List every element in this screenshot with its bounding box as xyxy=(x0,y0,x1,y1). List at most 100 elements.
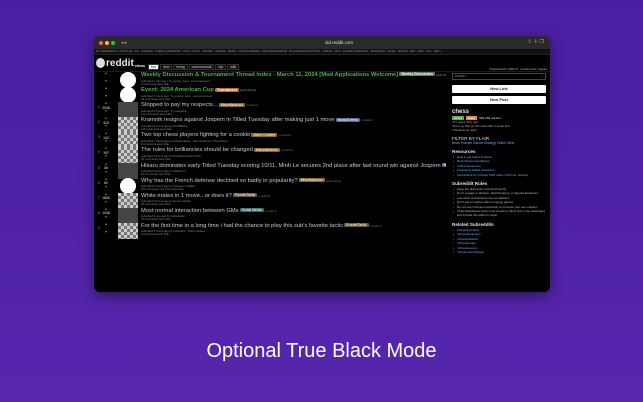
post-domain[interactable]: (self.chess) xyxy=(326,179,341,183)
post-actions[interactable]: 33 comments save hide xyxy=(141,157,171,161)
downvote-icon[interactable]: ▼ xyxy=(103,155,109,159)
post-title-text[interactable]: Hikaru dominates early Titled Tuesday sc… xyxy=(141,163,441,169)
resource-link[interactable]: Instructions for /r/chess PGN editor (Ch… xyxy=(452,173,546,178)
post-actions[interactable]: 11 comments save hide xyxy=(141,172,170,176)
post-actions[interactable]: 40 comments save hide xyxy=(141,202,171,206)
post-thumbnail[interactable] xyxy=(118,222,138,239)
post-title-text[interactable]: Stopped to pay my respects... xyxy=(141,102,218,108)
post-flair[interactable]: Miscellaneous xyxy=(253,147,281,152)
post-thumbnail[interactable] xyxy=(118,162,138,179)
upvote-icon[interactable]: ▲ xyxy=(103,222,109,227)
post-thumbnail[interactable] xyxy=(118,207,138,224)
post-title-text[interactable]: For the first time in a long time i had … xyxy=(141,223,343,229)
post-actions[interactable]: 8 comments save hide xyxy=(141,142,169,146)
rule-item[interactable]: Twitter/Facebook posts must contain a di… xyxy=(452,209,546,218)
tab-new[interactable]: new xyxy=(159,64,173,70)
upvote-icon[interactable]: ▲ xyxy=(103,87,109,91)
upvote-icon[interactable]: ▲ xyxy=(103,71,109,76)
post-actions[interactable]: 116 comments save hide xyxy=(141,127,172,131)
post-flair[interactable]: Social Media xyxy=(239,208,264,213)
search-icon[interactable]: ⌕ xyxy=(541,74,543,79)
post-flair[interactable]: Puzzle/Tactic xyxy=(232,193,258,198)
downvote-icon[interactable]: ▼ xyxy=(103,230,109,235)
maximize-icon[interactable] xyxy=(111,40,115,45)
post-domain[interactable]: (v.redd.it) xyxy=(278,133,290,137)
post-domain[interactable]: (self.chess) xyxy=(436,73,446,77)
downvote-icon[interactable]: ▼ xyxy=(103,110,109,114)
post-flair[interactable]: Miscellaneous xyxy=(298,178,325,183)
tab-rising[interactable]: rising xyxy=(173,64,188,70)
flair-filter-links[interactable]: News Puzzles Games Strategy Twitch Other xyxy=(452,141,546,145)
post-flair[interactable]: News/Events xyxy=(441,163,446,168)
post-thumbnail[interactable] xyxy=(118,132,138,149)
post-title-text[interactable]: Two top chess players fighting for a coo… xyxy=(141,132,250,138)
post-flair[interactable]: Weekly Discussion xyxy=(399,72,435,77)
related-subreddit-link[interactable]: /r/TournamentChess xyxy=(452,250,546,255)
post-title[interactable]: Weekly Discussion & Tournament Thread In… xyxy=(141,72,446,78)
downvote-icon[interactable]: ▼ xyxy=(103,215,109,220)
new-post-button[interactable]: New Post xyxy=(452,96,546,104)
post-title-text[interactable]: Most normal interaction between GMs xyxy=(141,208,239,214)
post-title-text[interactable]: Why has the French defense declined so b… xyxy=(141,178,298,184)
post-domain[interactable]: (i.redd.it) xyxy=(281,148,293,152)
post-thumbnail[interactable] xyxy=(118,117,138,134)
post-title[interactable]: Kramnik resigns against Jospem in Titled… xyxy=(141,117,446,123)
post-title[interactable]: Hikaru dominates early Titled Tuesday sc… xyxy=(141,163,446,169)
post-title[interactable]: The rules for brilliancies should be cha… xyxy=(141,147,446,153)
post-thumbnail[interactable] xyxy=(120,87,136,104)
post-title[interactable]: Why has the French defense declined so b… xyxy=(141,178,446,184)
reddit-logo[interactable]: reddit xyxy=(96,58,134,69)
subreddit-name[interactable]: chess xyxy=(133,64,147,70)
post-title-text[interactable]: Kramnik resigns against Jospem in Titled… xyxy=(141,117,335,123)
post-title-text[interactable]: Event: 2024 American Cup xyxy=(141,87,214,93)
post-actions[interactable]: 47 comments save hide xyxy=(141,217,171,221)
post-title-text[interactable]: Weekly Discussion & Tournament Thread In… xyxy=(141,72,398,78)
user-bar[interactable]: ThanksGurle (189) ✉ · preferences | logo… xyxy=(490,67,548,71)
post-domain[interactable]: (i.redd.it) xyxy=(361,118,373,122)
post-flair[interactable]: Video Content xyxy=(251,132,278,137)
post-title[interactable]: Most normal interaction between GMs Socia… xyxy=(141,208,446,214)
downvote-icon[interactable]: ▼ xyxy=(103,200,109,205)
post-flair[interactable]: News/Events xyxy=(335,117,361,122)
downvote-icon[interactable]: ▼ xyxy=(103,170,109,175)
post-thumbnail[interactable] xyxy=(118,147,138,164)
post-domain[interactable]: (i.redd.it) xyxy=(258,194,270,198)
tab-top[interactable]: top xyxy=(215,64,227,70)
user-flair[interactable]: ThanksGurle (edit) xyxy=(452,128,546,132)
new-link-button[interactable]: New Link xyxy=(452,85,546,93)
downvote-icon[interactable]: ▼ xyxy=(103,95,109,99)
post-title-text[interactable]: White mates in 1 move.. or does it? xyxy=(141,193,232,199)
post-actions[interactable]: 4 comments save hide xyxy=(141,82,169,86)
post-thumbnail[interactable] xyxy=(118,192,138,209)
post-thumbnail[interactable] xyxy=(118,102,138,119)
share-tabs-icon[interactable]: ⇪ ＋ ❐ xyxy=(528,38,544,45)
post-title[interactable]: For the first time in a long time i had … xyxy=(141,223,446,229)
post-thumbnail[interactable] xyxy=(120,177,136,194)
post-title[interactable]: White mates in 1 move.. or does it? Puzzl… xyxy=(141,193,446,199)
post-domain[interactable]: (self.chess) xyxy=(240,88,257,92)
post-actions[interactable]: 22 comments save hide xyxy=(141,97,171,101)
post-flair[interactable]: Tournament xyxy=(214,87,239,92)
downvote-icon[interactable]: ▼ xyxy=(103,125,109,129)
search-input[interactable]: search ⌕ xyxy=(452,73,546,80)
downvote-icon[interactable]: ▼ xyxy=(103,79,109,84)
post-actions[interactable]: 111 comments save hide xyxy=(141,112,172,116)
post-title[interactable]: Event: 2024 American Cup Tournament (self.… xyxy=(141,87,446,93)
post-title[interactable]: Two top chess players fighting for a coo… xyxy=(141,132,446,138)
post-actions[interactable]: 6 comments save hide xyxy=(141,232,169,236)
post-domain[interactable]: (i.redd.it) xyxy=(246,103,258,107)
close-icon[interactable] xyxy=(99,40,103,45)
post-domain[interactable]: (i.redd.it) xyxy=(265,209,277,213)
back-forward-icon[interactable]: ◂ ▸ xyxy=(121,40,127,46)
post-flair[interactable]: Miscellaneous xyxy=(218,102,245,107)
post-domain[interactable]: (i.redd.it) xyxy=(370,224,382,228)
tab-hot[interactable]: hot xyxy=(147,64,159,70)
post-title-text[interactable]: The rules for brilliancies should be cha… xyxy=(141,147,253,153)
post-actions[interactable]: 103 comments (16 new) save hide xyxy=(141,187,184,191)
minimize-icon[interactable] xyxy=(105,40,109,45)
address-bar[interactable]: old.reddit.com xyxy=(294,39,384,46)
downvote-icon[interactable]: ▼ xyxy=(103,185,109,190)
post-flair[interactable]: Puzzle/Tactic xyxy=(344,223,369,228)
tab-controversial[interactable]: controversial xyxy=(188,64,215,70)
tab-wiki[interactable]: wiki xyxy=(227,64,240,70)
